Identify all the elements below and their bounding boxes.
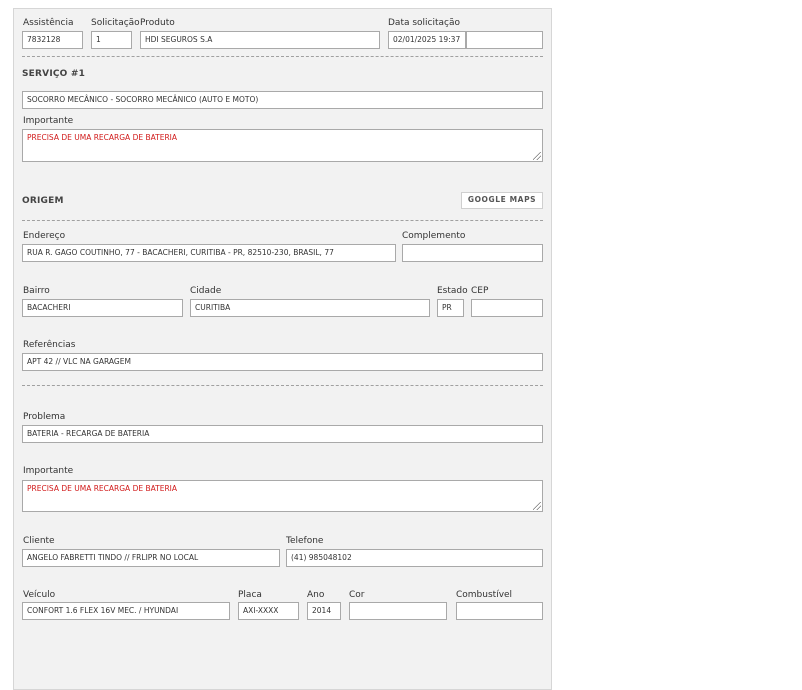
origem-title: ORIGEM <box>22 196 64 206</box>
problema-field[interactable]: BATERIA - RECARGA DE BATERIA <box>22 425 543 443</box>
divider <box>22 56 543 57</box>
problema-importante-label: Importante <box>23 466 74 476</box>
veiculo-field[interactable]: CONFORT 1.6 FLEX 16V MEC. / HYUNDAI <box>22 602 230 620</box>
endereco-field[interactable]: RUA R. GAGO COUTINHO, 77 - BACACHERI, CU… <box>22 244 396 262</box>
veiculo-label: Veículo <box>23 590 56 600</box>
estado-field[interactable]: PR <box>437 299 464 317</box>
endereco-label: Endereço <box>23 231 66 241</box>
cidade-label: Cidade <box>190 286 222 296</box>
telefone-label: Telefone <box>286 536 324 546</box>
assistencia-label: Assistência <box>23 18 74 28</box>
resize-grip-icon[interactable] <box>533 502 541 510</box>
hora-field[interactable] <box>466 31 543 49</box>
complemento-field[interactable] <box>402 244 543 262</box>
cor-label: Cor <box>349 590 365 600</box>
problema-importante-textarea[interactable]: PRECISA DE UMA RECARGA DE BATERIA <box>22 480 543 512</box>
ano-label: Ano <box>307 590 325 600</box>
placa-label: Placa <box>238 590 262 600</box>
google-maps-button[interactable]: GOOGLE MAPS <box>461 192 543 209</box>
complemento-label: Complemento <box>402 231 466 241</box>
telefone-field[interactable]: (41) 985048102 <box>286 549 543 567</box>
ano-field[interactable]: 2014 <box>307 602 341 620</box>
bairro-field[interactable]: BACACHERI <box>22 299 183 317</box>
servico-importante-textarea[interactable]: PRECISA DE UMA RECARGA DE BATERIA <box>22 129 543 162</box>
cep-label: CEP <box>471 286 489 296</box>
cor-field[interactable] <box>349 602 447 620</box>
divider <box>22 385 543 386</box>
servico-importante-text: PRECISA DE UMA RECARGA DE BATERIA <box>27 133 178 142</box>
cliente-field[interactable]: ANGELO FABRETTI TINDO // FRLIPR NO LOCAL <box>22 549 280 567</box>
bairro-label: Bairro <box>23 286 50 296</box>
cidade-field[interactable]: CURITIBA <box>190 299 430 317</box>
divider <box>22 220 543 221</box>
placa-field[interactable]: AXI-XXXX <box>238 602 299 620</box>
solicitacao-label: Solicitação <box>91 18 140 28</box>
problema-importante-text: PRECISA DE UMA RECARGA DE BATERIA <box>27 484 178 493</box>
produto-label: Produto <box>140 18 175 28</box>
servico-importante-label: Importante <box>23 116 74 126</box>
estado-label: Estado <box>437 286 468 296</box>
combustivel-field[interactable] <box>456 602 543 620</box>
resize-grip-icon[interactable] <box>533 152 541 160</box>
solicitacao-field[interactable]: 1 <box>91 31 132 49</box>
produto-field[interactable]: HDI SEGUROS S.A <box>140 31 380 49</box>
cep-field[interactable] <box>471 299 543 317</box>
servico-title: SERVIÇO #1 <box>22 69 86 79</box>
referencias-label: Referências <box>23 340 76 350</box>
cliente-label: Cliente <box>23 536 55 546</box>
assistencia-field[interactable]: 7832128 <box>22 31 83 49</box>
combustivel-label: Combustível <box>456 590 513 600</box>
data-solicitacao-field[interactable]: 02/01/2025 19:37 <box>388 31 466 49</box>
servico-field[interactable]: SOCORRO MECÂNICO - SOCORRO MECÂNICO (AUT… <box>22 91 543 109</box>
data-solicitacao-label: Data solicitação <box>388 18 461 28</box>
problema-label: Problema <box>23 412 66 422</box>
referencias-field[interactable]: APT 42 // VLC NA GARAGEM <box>22 353 543 371</box>
service-form-panel: Assistência 7832128 Solicitação 1 Produt… <box>13 8 552 690</box>
